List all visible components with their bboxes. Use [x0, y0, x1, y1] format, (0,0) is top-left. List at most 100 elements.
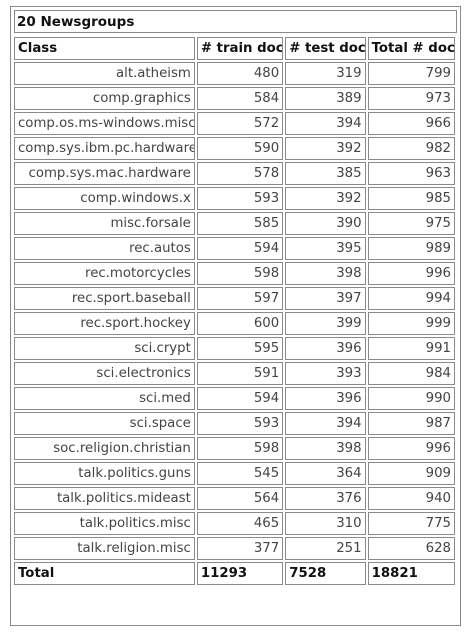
table-row: comp.windows.x 593 392 985 — [14, 187, 455, 210]
train-docs-cell: 585 — [196, 212, 284, 235]
table-row: soc.religion.christian 598 398 996 — [14, 437, 455, 460]
class-cell: talk.religion.misc — [14, 537, 195, 560]
class-cell: talk.politics.misc — [14, 512, 195, 535]
total-docs-cell: 985 — [367, 187, 455, 210]
test-docs-cell: 396 — [285, 387, 366, 410]
total-docs-cell: 940 — [367, 487, 455, 510]
total-docs-cell: 973 — [367, 87, 455, 110]
class-cell: talk.politics.guns — [14, 462, 195, 485]
train-docs-cell: 594 — [196, 387, 284, 410]
test-docs-cell: 389 — [285, 87, 366, 110]
table-row: rec.sport.baseball 597 397 994 — [14, 287, 455, 310]
table-row: comp.sys.mac.hardware 578 385 963 — [14, 162, 455, 185]
test-docs-cell: 319 — [285, 62, 366, 85]
total-docs-cell: 994 — [367, 287, 455, 310]
train-docs-cell: 591 — [196, 362, 284, 385]
class-cell: alt.atheism — [14, 62, 195, 85]
class-cell: rec.autos — [14, 237, 195, 260]
table-row: sci.space 593 394 987 — [14, 412, 455, 435]
total-docs-cell: 996 — [367, 262, 455, 285]
total-docs-cell: 990 — [367, 387, 455, 410]
test-docs-cell: 395 — [285, 237, 366, 260]
table-row: comp.os.ms-windows.misc 572 394 966 — [14, 112, 455, 135]
table-row: comp.graphics 584 389 973 — [14, 87, 455, 110]
train-docs-cell: 593 — [196, 412, 284, 435]
dataset-table-container: 20 Newsgroups Class # train docs # test … — [10, 6, 461, 626]
train-docs-cell: 595 — [196, 337, 284, 360]
train-docs-cell: 598 — [196, 262, 284, 285]
test-docs-cell: 398 — [285, 262, 366, 285]
table-row: sci.crypt 595 396 991 — [14, 337, 455, 360]
newsgroups-table: Class # train docs # test docs Total # d… — [12, 35, 457, 587]
train-docs-cell: 480 — [196, 62, 284, 85]
table-row: comp.sys.ibm.pc.hardware 590 392 982 — [14, 137, 455, 160]
class-cell: misc.forsale — [14, 212, 195, 235]
train-docs-cell: 584 — [196, 87, 284, 110]
header-row: Class # train docs # test docs Total # d… — [14, 37, 455, 60]
total-docs-cell: 989 — [367, 237, 455, 260]
table-caption: 20 Newsgroups — [14, 10, 457, 33]
total-docs-cell: 982 — [367, 137, 455, 160]
total-docs-cell: 996 — [367, 437, 455, 460]
total-docs-cell: 909 — [367, 462, 455, 485]
class-cell: rec.motorcycles — [14, 262, 195, 285]
train-docs-cell: 465 — [196, 512, 284, 535]
total-all-docs: 18821 — [367, 562, 455, 585]
train-docs-cell: 600 — [196, 312, 284, 335]
train-docs-cell: 377 — [196, 537, 284, 560]
class-cell: comp.windows.x — [14, 187, 195, 210]
train-docs-cell: 564 — [196, 487, 284, 510]
class-cell: soc.religion.christian — [14, 437, 195, 460]
table-row: sci.med 594 396 990 — [14, 387, 455, 410]
test-docs-cell: 397 — [285, 287, 366, 310]
test-docs-cell: 310 — [285, 512, 366, 535]
total-docs-cell: 999 — [367, 312, 455, 335]
table-body: alt.atheism 480 319 799 comp.graphics 584 389 9… — [14, 62, 455, 560]
class-cell: comp.graphics — [14, 87, 195, 110]
test-docs-cell: 392 — [285, 137, 366, 160]
test-docs-cell: 394 — [285, 412, 366, 435]
column-header-test-docs: # test docs — [285, 37, 366, 60]
total-test-docs: 7528 — [285, 562, 366, 585]
total-docs-cell: 975 — [367, 212, 455, 235]
test-docs-cell: 394 — [285, 112, 366, 135]
test-docs-cell: 399 — [285, 312, 366, 335]
test-docs-cell: 364 — [285, 462, 366, 485]
class-cell: comp.sys.mac.hardware — [14, 162, 195, 185]
total-docs-cell: 991 — [367, 337, 455, 360]
table-row: talk.politics.guns 545 364 909 — [14, 462, 455, 485]
total-label: Total — [14, 562, 195, 585]
table-row: rec.sport.hockey 600 399 999 — [14, 312, 455, 335]
train-docs-cell: 593 — [196, 187, 284, 210]
class-cell: rec.sport.hockey — [14, 312, 195, 335]
class-cell: sci.crypt — [14, 337, 195, 360]
class-cell: sci.med — [14, 387, 195, 410]
table-row: talk.politics.misc 465 310 775 — [14, 512, 455, 535]
total-docs-cell: 987 — [367, 412, 455, 435]
total-docs-cell: 799 — [367, 62, 455, 85]
test-docs-cell: 376 — [285, 487, 366, 510]
class-cell: comp.sys.ibm.pc.hardware — [14, 137, 195, 160]
total-docs-cell: 966 — [367, 112, 455, 135]
train-docs-cell: 572 — [196, 112, 284, 135]
column-header-train-docs: # train docs — [196, 37, 284, 60]
class-cell: rec.sport.baseball — [14, 287, 195, 310]
column-header-class: Class — [14, 37, 195, 60]
table-row: talk.religion.misc 377 251 628 — [14, 537, 455, 560]
table-row: alt.atheism 480 319 799 — [14, 62, 455, 85]
class-cell: sci.electronics — [14, 362, 195, 385]
total-docs-cell: 984 — [367, 362, 455, 385]
test-docs-cell: 393 — [285, 362, 366, 385]
train-docs-cell: 545 — [196, 462, 284, 485]
test-docs-cell: 251 — [285, 537, 366, 560]
test-docs-cell: 392 — [285, 187, 366, 210]
test-docs-cell: 396 — [285, 337, 366, 360]
train-docs-cell: 598 — [196, 437, 284, 460]
train-docs-cell: 597 — [196, 287, 284, 310]
train-docs-cell: 578 — [196, 162, 284, 185]
test-docs-cell: 385 — [285, 162, 366, 185]
class-cell: talk.politics.mideast — [14, 487, 195, 510]
total-docs-cell: 775 — [367, 512, 455, 535]
table-row: talk.politics.mideast 564 376 940 — [14, 487, 455, 510]
table-row: rec.motorcycles 598 398 996 — [14, 262, 455, 285]
